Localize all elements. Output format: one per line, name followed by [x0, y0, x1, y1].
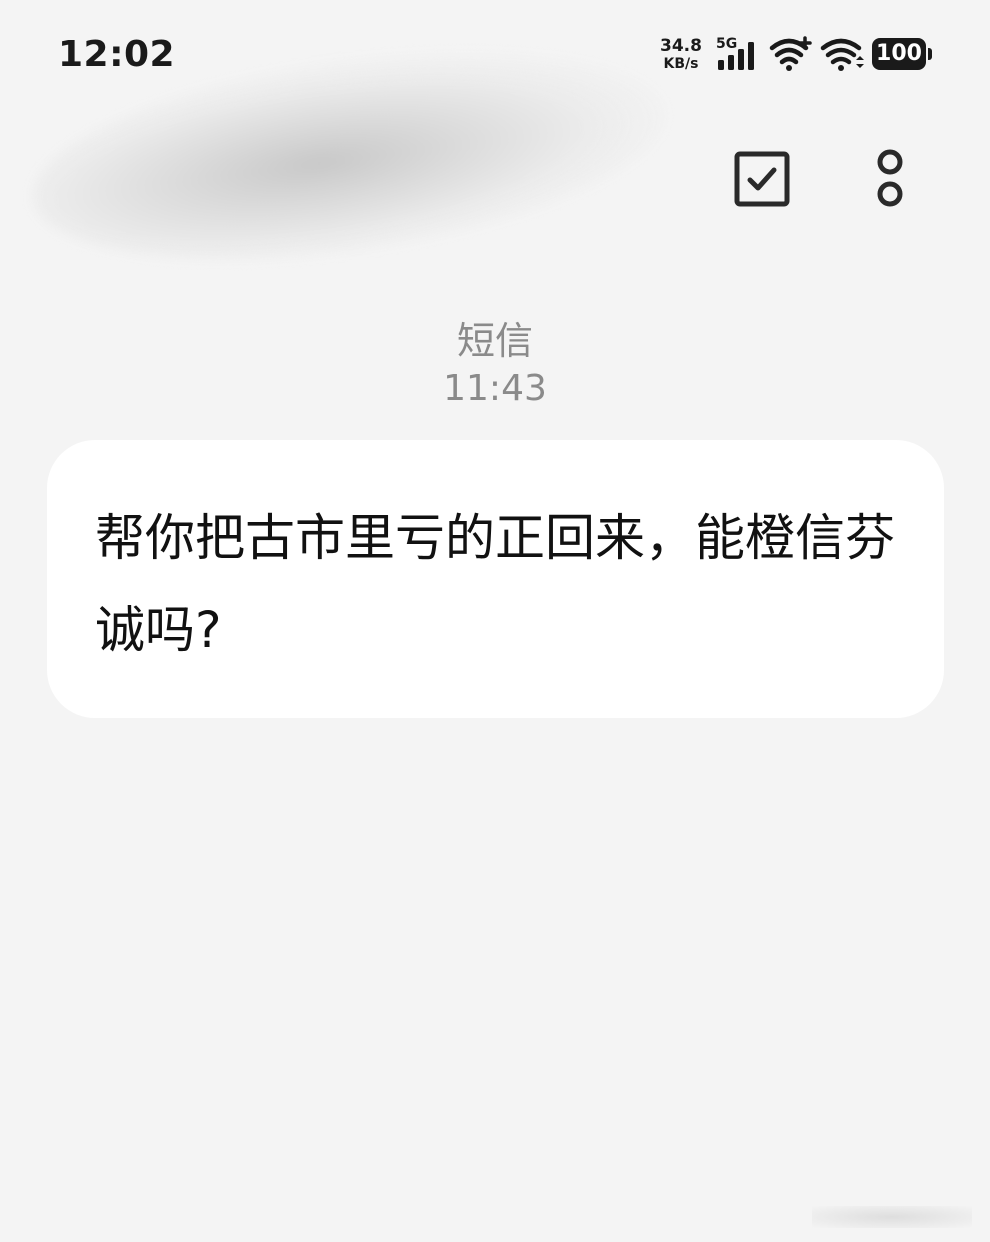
more-options-button[interactable]	[868, 146, 912, 212]
message-text: 帮你把古市里亏的正回来，能橙信芬诚吗?	[95, 509, 895, 659]
network-speed-unit: KB/s	[663, 56, 699, 72]
wifi-icon	[820, 36, 866, 76]
message-timestamp: 11:43	[443, 368, 547, 409]
message-bubble[interactable]: 帮你把古市里亏的正回来，能橙信芬诚吗?	[47, 440, 944, 718]
wifi-calling-icon	[768, 36, 812, 76]
cellular-signal-icon: 5G	[716, 36, 760, 72]
network-speed-value: 34.8	[660, 36, 702, 56]
network-speed: 34.8 KB/s	[658, 37, 704, 73]
watermark-redacted	[812, 1206, 972, 1228]
more-vertical-icon	[877, 149, 903, 207]
checkbox-icon	[734, 151, 790, 207]
select-messages-button[interactable]	[734, 151, 790, 207]
message-type-label: 短信	[456, 319, 533, 363]
status-time: 12:02	[58, 34, 176, 75]
battery-icon: 100	[872, 38, 932, 70]
